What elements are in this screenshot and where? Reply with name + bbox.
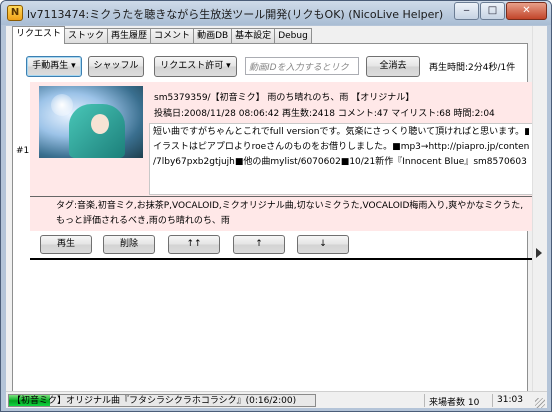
client-area: リクエスト ストック 再生履歴 コメント 動画DB 基本設定 Debug 手動再… [6, 26, 547, 408]
vertical-scrollbar[interactable] [532, 26, 547, 395]
description-line: イラストはピアプロよりroeさんのものをお借りしました。■mp3→http://… [153, 142, 529, 152]
video-id-input[interactable]: 動画IDを入力するとリク [245, 57, 359, 75]
request-permit-dropdown[interactable]: リクエスト許可 ▾ [154, 56, 237, 77]
description-line: /7lby67pxb2gtjujh■他の曲mylist/6070602■10/2… [153, 157, 527, 167]
thumbnail-face [91, 114, 109, 134]
move-up-button[interactable]: ↑ [233, 235, 285, 254]
tags-line: もっと評価されるべき,雨のち晴れのち、雨 [56, 216, 230, 226]
description-line: 短い曲ですがちゃんとこれでfull versionです。気楽にさっくり聴いて頂け… [153, 127, 529, 137]
video-tags: タグ:音楽,初音ミク,お抹茶P,VOCALOID,ミクオリジナル曲,切ないミクう… [56, 199, 534, 229]
request-tab-page: 手動再生 ▾ シャッフル リクエスト許可 ▾ 動画IDを入力するとリク 全消去 … [12, 43, 535, 396]
app-icon: N [7, 5, 23, 21]
move-down-button[interactable]: ↓ [297, 235, 349, 254]
now-playing-text: 【初音ミク】オリジナル曲『フタシラシクラホコラシク』(0:16/2:00) [12, 396, 297, 406]
status-bar: 【初音ミク】オリジナル曲『フタシラシクラホコラシク』(0:16/2:00) 来場… [6, 391, 547, 408]
visitor-count: 来場者数 10 [429, 398, 480, 408]
tab-strip: リクエスト ストック 再生履歴 コメント 動画DB 基本設定 Debug [12, 26, 312, 44]
tab-video-db[interactable]: 動画DB [193, 28, 233, 44]
app-window: N lv7113474:ミクうたを聴きながら生放送ツール開発(リクもOK) (N… [0, 0, 552, 412]
play-mode-dropdown[interactable]: 手動再生 ▾ [26, 56, 82, 77]
request-permit-label: リクエスト許可 [160, 61, 224, 71]
maximize-button[interactable]: □ [480, 2, 505, 20]
divider [30, 196, 535, 197]
chevron-down-icon: ▾ [68, 61, 76, 71]
tab-debug[interactable]: Debug [274, 28, 312, 44]
play-button[interactable]: 再生 [40, 235, 92, 254]
request-index: #1 [16, 146, 30, 156]
playback-progress: 【初音ミク】オリジナル曲『フタシラシクラホコラシク』(0:16/2:00) [8, 394, 316, 407]
play-time-label: 再生時間:2分4秒/1件 [429, 63, 516, 73]
clear-all-button[interactable]: 全消去 [366, 56, 420, 77]
delete-button[interactable]: 削除 [103, 235, 155, 254]
move-top-button[interactable]: ↑↑ [168, 235, 220, 254]
minimize-button[interactable]: ‒ [454, 2, 479, 20]
play-mode-label: 手動再生 [32, 61, 69, 71]
window-title: lv7113474:ミクうたを聴きながら生放送ツール開発(リクもOK) (Nic… [27, 8, 444, 21]
video-description: 短い曲ですがちゃんとこれでfull versionです。気楽にさっくり聴いて頂け… [149, 123, 533, 195]
close-button[interactable]: ✕ [506, 2, 547, 20]
window-controls: ‒ □ ✕ [454, 2, 547, 20]
tab-settings[interactable]: 基本設定 [231, 28, 276, 44]
thumbnail-sparkle [51, 94, 73, 116]
splitter-arrow-icon[interactable] [536, 248, 542, 258]
status-separator [492, 394, 493, 407]
video-thumbnail[interactable] [39, 86, 143, 158]
resize-grip-icon[interactable] [535, 398, 545, 408]
title-bar[interactable]: N lv7113474:ミクうたを聴きながら生放送ツール開発(リクもOK) (N… [1, 1, 551, 25]
tab-request[interactable]: リクエスト [12, 26, 66, 44]
video-title-line[interactable]: sm5379359/【初音ミク】 雨のち晴れのち、雨 【オリジナル】 [154, 90, 414, 103]
tab-stock[interactable]: ストック [64, 28, 109, 44]
elapsed-clock: 31:03 [497, 395, 523, 405]
video-meta-line: 投稿日:2008/11/28 08:06:42 再生数:2418 コメント:47… [154, 109, 495, 119]
chevron-down-icon: ▾ [223, 61, 231, 71]
shuffle-button[interactable]: シャッフル [88, 56, 144, 77]
status-separator [424, 394, 425, 407]
tags-line: タグ:音楽,初音ミク,お抹茶P,VOCALOID,ミクオリジナル曲,切ないミクう… [56, 201, 524, 211]
tab-history[interactable]: 再生履歴 [107, 28, 152, 44]
tab-comment[interactable]: コメント [150, 28, 195, 44]
item-separator [30, 258, 535, 260]
